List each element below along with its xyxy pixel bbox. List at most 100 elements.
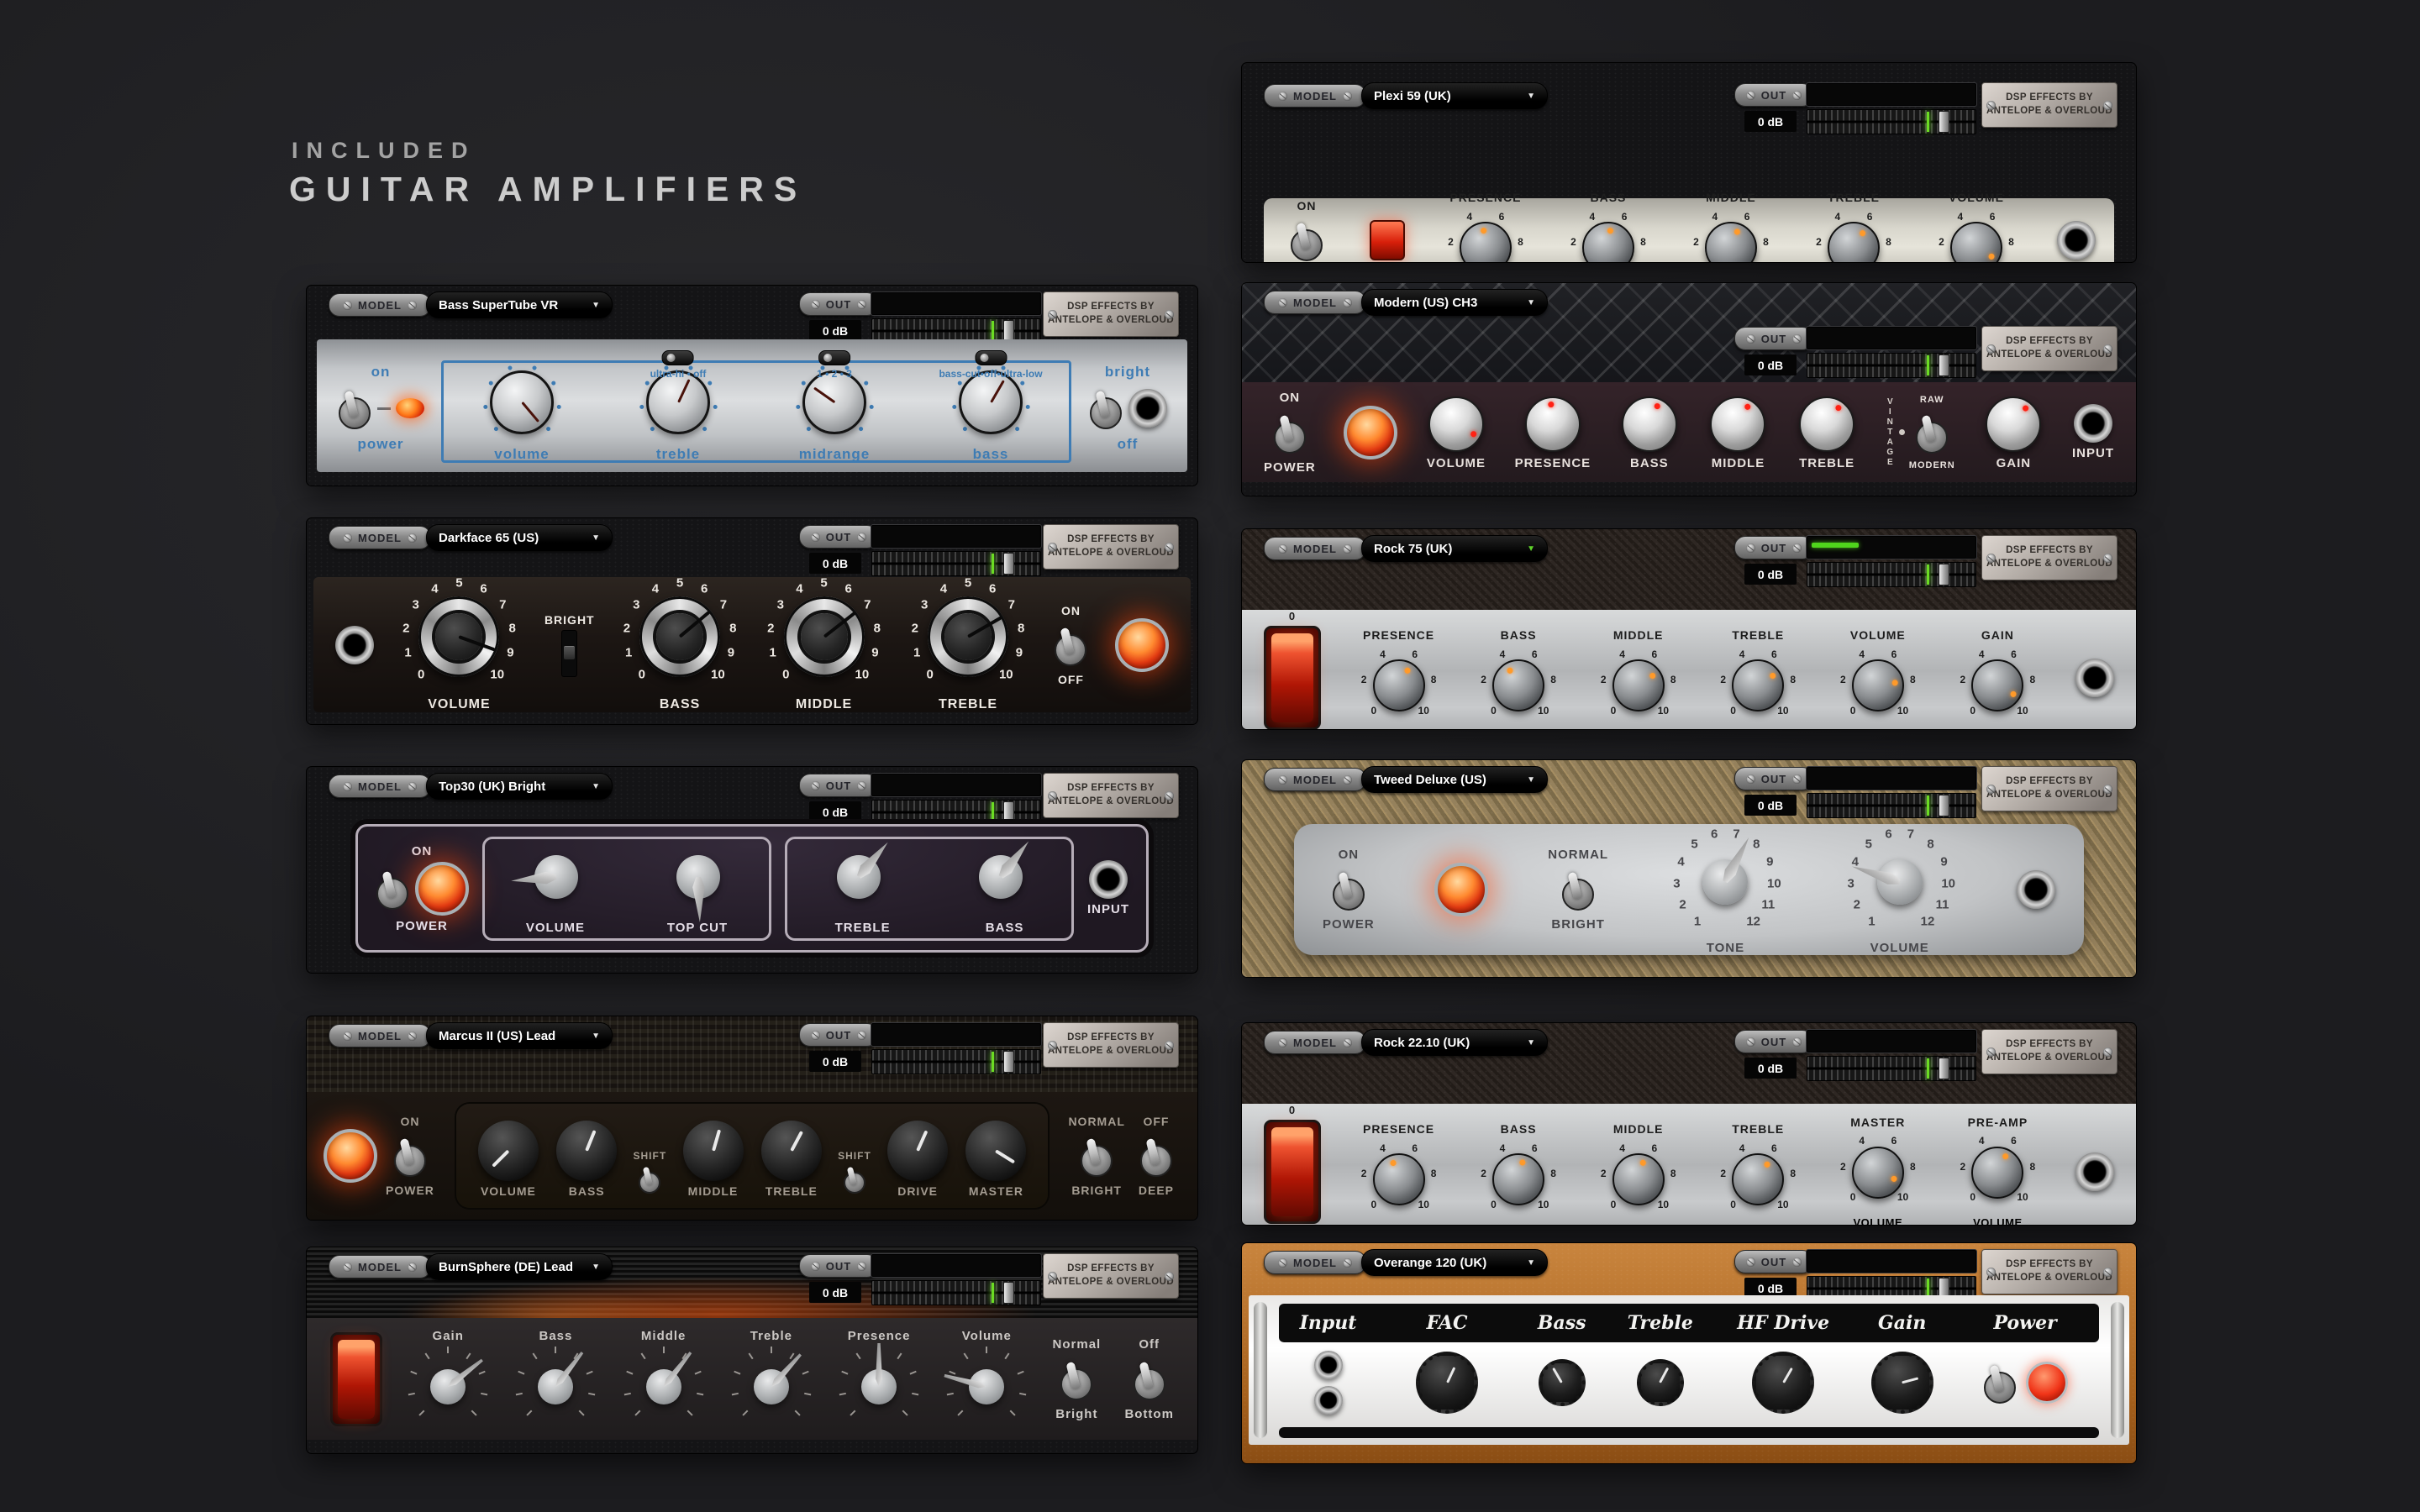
toggle-switch[interactable]	[375, 864, 410, 913]
fader-handle[interactable]	[1003, 801, 1014, 823]
knob-knob[interactable]	[1536, 1357, 1588, 1409]
knob-gain[interactable]	[1983, 394, 2044, 454]
model-dropdown[interactable]: Modern (US) CH3▼	[1361, 289, 1548, 316]
fader-handle[interactable]	[1003, 1282, 1014, 1304]
mini-switch-body[interactable]	[662, 350, 694, 365]
out-fader[interactable]	[1807, 353, 1976, 378]
mini-switch-body[interactable]	[818, 350, 850, 365]
knob-knob[interactable]	[1867, 1347, 1938, 1418]
knob-treble[interactable]: 0246810	[1716, 1137, 1800, 1221]
knob-volume[interactable]: 012345678910	[400, 578, 518, 696]
toggle-switch[interactable]	[1982, 1358, 2018, 1407]
knob-bass[interactable]	[957, 833, 1044, 921]
model-dropdown[interactable]: BurnSphere (DE) Lead▼	[426, 1253, 613, 1280]
mini-switch-body[interactable]	[975, 350, 1007, 365]
model-dropdown[interactable]: Tweed Deluxe (US)▼	[1361, 766, 1548, 793]
knob-middle[interactable]	[681, 1119, 745, 1183]
knob-volume[interactable]	[944, 1345, 1028, 1429]
knob-knob[interactable]	[1412, 1347, 1482, 1418]
toggle-switch[interactable]	[1139, 1131, 1174, 1180]
knob-volume[interactable]	[480, 360, 564, 444]
toggle-switch[interactable]	[1088, 384, 1123, 433]
out-fader[interactable]	[1807, 562, 1976, 587]
power-rocker[interactable]	[1264, 1120, 1321, 1224]
fader-handle[interactable]	[1939, 111, 1949, 133]
out-fader[interactable]	[871, 551, 1041, 576]
knob-presence[interactable]: 0246810	[1357, 1137, 1441, 1221]
mini-switch-1-2-3[interactable]: 1 • 2 • 3	[817, 350, 852, 380]
model-dropdown[interactable]: Bass SuperTube VR▼	[426, 291, 613, 318]
knob-middle[interactable]: 0246810	[1597, 643, 1681, 727]
knob-treble[interactable]: 0246810	[1716, 643, 1800, 727]
knob-bass[interactable]: 012345678910	[621, 578, 739, 696]
model-dropdown[interactable]: Top30 (UK) Bright▼	[426, 773, 613, 800]
toggle-switch[interactable]	[337, 384, 372, 433]
power-rocker[interactable]	[1264, 626, 1321, 729]
toggle-switch[interactable]	[1560, 865, 1596, 914]
knob-volume[interactable]: 0246810	[1934, 206, 2018, 262]
toggle-switch[interactable]	[639, 1163, 660, 1195]
knob-volume[interactable]: 123456789101112	[1843, 825, 1957, 939]
knob-treble[interactable]	[729, 1345, 813, 1429]
fader-handle[interactable]	[1939, 795, 1949, 816]
knob-volume[interactable]	[1426, 394, 1486, 454]
knob-bass[interactable]	[555, 1119, 618, 1183]
knob-presence[interactable]	[1523, 394, 1583, 454]
out-fader[interactable]	[871, 1280, 1041, 1305]
toggle-switch[interactable]	[1289, 216, 1324, 262]
fader-handle[interactable]	[1939, 1058, 1949, 1079]
knob-volume[interactable]	[476, 1119, 540, 1183]
knob-bass[interactable]: 0246810	[1566, 206, 1650, 262]
toggle-switch[interactable]	[1053, 621, 1088, 669]
bright-slider[interactable]	[561, 630, 577, 677]
model-dropdown[interactable]: Overange 120 (UK)▼	[1361, 1249, 1548, 1276]
knob-bass[interactable]: 0246810	[1476, 643, 1560, 727]
knob-gain[interactable]: 0246810	[1955, 643, 2039, 727]
knob-treble[interactable]: 0246810	[1812, 206, 1896, 262]
knob-treble[interactable]	[815, 833, 902, 921]
out-fader[interactable]	[1807, 1056, 1976, 1081]
toggle-switch[interactable]	[1272, 408, 1307, 457]
fader-handle[interactable]	[1939, 354, 1949, 376]
model-dropdown[interactable]: Rock 22.10 (UK)▼	[1361, 1029, 1548, 1056]
model-dropdown[interactable]: Rock 75 (UK)▼	[1361, 535, 1548, 562]
knob-top-cut[interactable]	[655, 833, 742, 921]
knob-treble[interactable]	[1797, 394, 1857, 454]
knob-volume[interactable]: 0246810	[1836, 643, 1920, 727]
knob-master[interactable]	[964, 1119, 1028, 1183]
toggle-switch[interactable]	[1132, 1355, 1167, 1404]
model-dropdown[interactable]: Marcus II (US) Lead▼	[426, 1022, 613, 1049]
toggle-switch[interactable]	[1059, 1355, 1094, 1404]
model-dropdown[interactable]: Plexi 59 (UK)▼	[1361, 82, 1548, 109]
fader-handle[interactable]	[1003, 1051, 1014, 1073]
knob-middle[interactable]: 0246810	[1597, 1137, 1681, 1221]
knob-presence[interactable]: 0246810	[1444, 206, 1528, 262]
knob-middle[interactable]	[1707, 394, 1768, 454]
knob-tone[interactable]: 123456789101112	[1668, 825, 1782, 939]
knob-treble[interactable]	[760, 1119, 823, 1183]
toggle-switch[interactable]	[392, 1131, 428, 1180]
fader-handle[interactable]	[1003, 553, 1014, 575]
model-dropdown[interactable]: Darkface 65 (US)▼	[426, 524, 613, 551]
toggle-switch[interactable]	[1079, 1131, 1114, 1180]
knob-pre-amp[interactable]: 0246810	[1955, 1131, 2039, 1215]
knob-master[interactable]: 0246810	[1836, 1131, 1920, 1215]
knob-bass[interactable]	[513, 1345, 597, 1429]
toggle-switch[interactable]	[1331, 865, 1366, 914]
toggle-switch[interactable]	[844, 1163, 865, 1195]
mini-switch-bass-cut-off-ultra-low[interactable]: bass-cut•off•ultra-low	[939, 350, 1042, 380]
knob-middle[interactable]	[622, 1345, 706, 1429]
knob-bass[interactable]	[1619, 394, 1680, 454]
fader-handle[interactable]	[1939, 564, 1949, 585]
knob-knob[interactable]	[1634, 1357, 1686, 1409]
knob-drive[interactable]	[886, 1119, 950, 1183]
out-fader[interactable]	[1807, 109, 1976, 134]
power-rocker[interactable]	[330, 1332, 382, 1426]
knob-volume[interactable]	[513, 833, 600, 921]
knob-middle[interactable]: 012345678910	[765, 578, 883, 696]
knob-treble[interactable]: 012345678910	[909, 578, 1027, 696]
knob-gain[interactable]	[406, 1345, 490, 1429]
out-fader[interactable]	[871, 800, 1041, 825]
toggle-switch[interactable]	[1914, 408, 1949, 457]
knob-bass[interactable]: 0246810	[1476, 1137, 1560, 1221]
